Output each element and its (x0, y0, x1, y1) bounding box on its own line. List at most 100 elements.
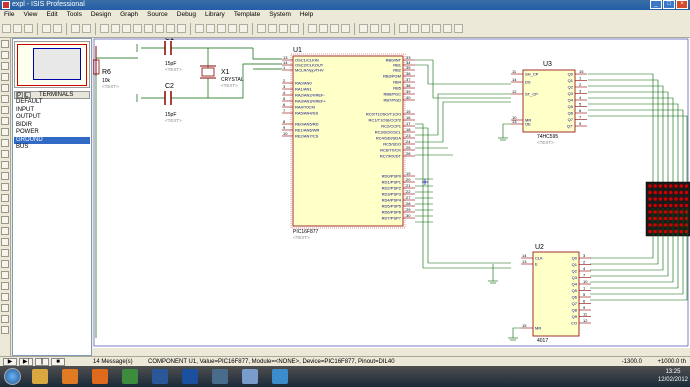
device-pins-icon[interactable] (1, 128, 9, 136)
make-device-icon[interactable] (319, 24, 328, 33)
menu-design[interactable]: Design (91, 10, 111, 20)
menu-debug[interactable]: Debug (177, 10, 196, 20)
play-button[interactable]: ▶ (3, 358, 17, 366)
path-2d-icon[interactable] (1, 249, 9, 257)
circle-2d-icon[interactable] (1, 227, 9, 235)
box-2d-icon[interactable] (1, 216, 9, 224)
buses-icon[interactable] (1, 95, 9, 103)
menu-library[interactable]: Library (205, 10, 225, 20)
rotate-clockwise-icon[interactable] (1, 293, 9, 301)
terminal-item[interactable]: INPUT (14, 107, 90, 115)
monitor-icon[interactable] (212, 369, 228, 384)
pan-icon[interactable] (133, 24, 142, 33)
zoom-out-icon[interactable] (155, 24, 164, 33)
block-move-icon[interactable] (268, 24, 277, 33)
menu-help[interactable]: Help (300, 10, 313, 20)
line-2d-icon[interactable] (1, 205, 9, 213)
packaging-tool-icon[interactable] (330, 24, 339, 33)
netlist-to-ares-icon[interactable] (454, 24, 463, 33)
selection-mode-icon[interactable] (1, 40, 9, 48)
graph-mode-icon[interactable] (1, 139, 9, 147)
menu-file[interactable]: File (4, 10, 14, 20)
search-tag-icon[interactable] (370, 24, 379, 33)
step-button[interactable]: ▶| (19, 358, 33, 366)
electrical-rule-check-icon[interactable] (443, 24, 452, 33)
library-button[interactable]: L (24, 92, 31, 99)
microcontroller-u1[interactable]: U1 PIC16F877 <TEXT> 13 OSC1/CLKIN14 OSC2/C… (282, 47, 415, 240)
menu-view[interactable]: View (23, 10, 37, 20)
virtual-instruments-icon[interactable] (1, 194, 9, 202)
terminal-item[interactable]: OUTPUT (14, 114, 90, 122)
wire-autorouter-icon[interactable] (359, 24, 368, 33)
new-file-icon[interactable] (2, 24, 11, 33)
open-file-icon[interactable] (13, 24, 22, 33)
menu-system[interactable]: System (269, 10, 291, 20)
print-icon[interactable] (71, 24, 80, 33)
save-icon[interactable] (24, 24, 33, 33)
capacitor-c2[interactable]: C2 15pF <TEXT> (136, 83, 208, 123)
voltage-probe-icon[interactable] (1, 172, 9, 180)
mirror-y-icon[interactable] (1, 326, 9, 334)
crystal-x1[interactable]: X1 CRYSTAL <TEXT> (200, 48, 244, 98)
schematic-canvas[interactable]: R6 10k <TEXT> 15pF <TEXT> C1 C2 15pF <TE… (92, 35, 690, 348)
tape-recorder-icon[interactable] (1, 150, 9, 158)
menu-graph[interactable]: Graph (120, 10, 138, 20)
redraw-icon[interactable] (100, 24, 109, 33)
word-icon[interactable] (152, 369, 168, 384)
terminal-item[interactable]: BUS (14, 144, 90, 152)
close-button[interactable]: × (676, 0, 688, 9)
mirror-x-icon[interactable] (1, 315, 9, 323)
maximize-button[interactable]: □ (663, 0, 675, 9)
terminal-item[interactable]: BIDIR (14, 122, 90, 130)
undo-icon[interactable] (195, 24, 204, 33)
shift-register-u3[interactable]: U3 74HC595 <TEXT> 11 SH_CP14 DS12 ST_CP10 MR… (511, 61, 587, 145)
pick-button[interactable]: P (16, 92, 23, 99)
grid-icon[interactable] (111, 24, 120, 33)
block-delete-icon[interactable] (290, 24, 299, 33)
menu-tools[interactable]: Tools (67, 10, 82, 20)
decade-counter-u2[interactable]: U2 4017 14 CLK 13 E 15 MR 3 Q0 2 Q1 4 Q2 7 Q3 10 Q4 1 Q5… (521, 244, 591, 344)
zoom-area-icon[interactable] (177, 24, 186, 33)
menu-edit[interactable]: Edit (46, 10, 57, 20)
rotate-anticlockwise-icon[interactable] (1, 304, 9, 312)
current-probe-icon[interactable] (1, 183, 9, 191)
exit-to-parent-icon[interactable] (421, 24, 430, 33)
resistor-r6[interactable]: R6 10k <TEXT> (92, 46, 119, 338)
generator-icon[interactable] (1, 161, 9, 169)
cut-icon[interactable] (217, 24, 226, 33)
terminal-item[interactable]: POWER (14, 129, 90, 137)
terminal-item-selected[interactable]: GROUND (14, 136, 90, 144)
menu-template[interactable]: Template (234, 10, 260, 20)
new-sheet-icon[interactable] (399, 24, 408, 33)
arc-2d-icon[interactable] (1, 238, 9, 246)
capacitor-c1[interactable]: 15pF <TEXT> C1 (136, 35, 253, 72)
export-icon[interactable] (53, 24, 62, 33)
chrome-icon[interactable] (122, 369, 138, 384)
print-area-icon[interactable] (82, 24, 91, 33)
minimize-button[interactable]: _ (650, 0, 662, 9)
marker-2d-icon[interactable] (1, 282, 9, 290)
decompose-icon[interactable] (341, 24, 350, 33)
paste-icon[interactable] (239, 24, 248, 33)
3dsmax-icon[interactable] (272, 369, 288, 384)
subcircuit-icon[interactable] (1, 106, 9, 114)
text-script-icon[interactable] (1, 84, 9, 92)
remove-sheet-icon[interactable] (410, 24, 419, 33)
junction-dot-icon[interactable] (1, 62, 9, 70)
terminal-item[interactable]: DEFAULT (14, 99, 90, 107)
zoom-in-icon[interactable] (144, 24, 153, 33)
paint-icon[interactable] (242, 369, 258, 384)
symbol-2d-icon[interactable] (1, 271, 9, 279)
system-clock[interactable]: 13:25 12/02/2012 (658, 368, 688, 384)
bill-of-materials-icon[interactable] (432, 24, 441, 33)
redo-icon[interactable] (206, 24, 215, 33)
overview-window[interactable] (14, 41, 90, 88)
menu-source[interactable]: Source (147, 10, 168, 20)
zoom-all-icon[interactable] (166, 24, 175, 33)
pause-button[interactable]: || (35, 358, 49, 366)
wire-label-icon[interactable] (1, 73, 9, 81)
pick-device-icon[interactable] (308, 24, 317, 33)
stop-button[interactable]: ■ (51, 358, 65, 366)
firefox-icon[interactable] (92, 369, 108, 384)
terminals-mode-icon[interactable] (1, 117, 9, 125)
